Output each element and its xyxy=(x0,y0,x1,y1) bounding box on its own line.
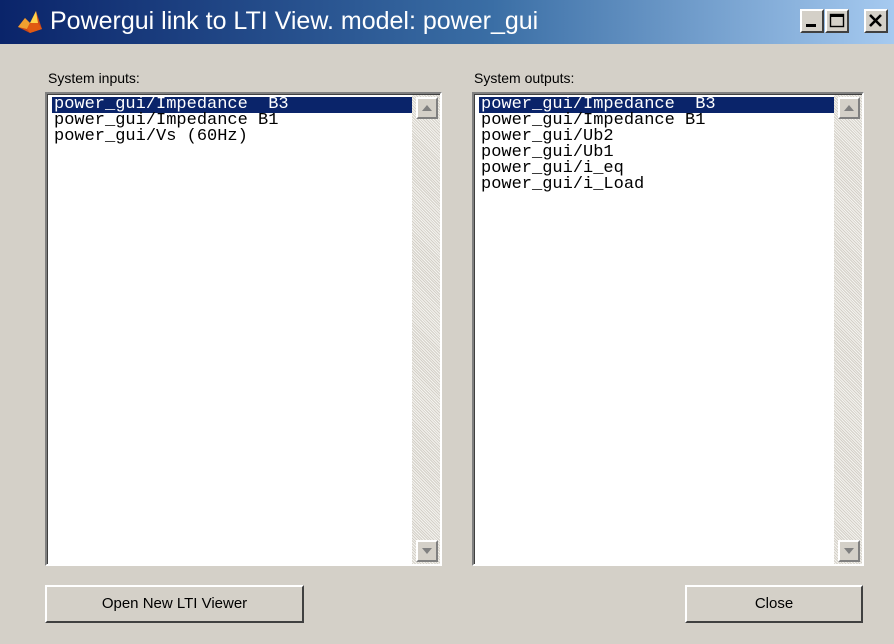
matlab-membrane-icon xyxy=(16,9,44,35)
close-icon xyxy=(869,14,882,27)
maximize-button[interactable] xyxy=(825,9,849,33)
arrow-down-icon xyxy=(422,548,432,554)
list-item[interactable]: power_gui/i_Load xyxy=(479,176,834,193)
inputs-scrollbar[interactable] xyxy=(412,95,440,564)
open-new-lti-viewer-button[interactable]: Open New LTI Viewer xyxy=(45,585,304,623)
list-item[interactable]: power_gui/Vs (60Hz) xyxy=(52,128,412,145)
minimize-icon xyxy=(806,24,816,27)
outputs-scroll-down-button[interactable] xyxy=(838,540,860,562)
outputs-scroll-up-button[interactable] xyxy=(838,97,860,119)
close-button[interactable]: Close xyxy=(685,585,863,623)
window-title: Powergui link to LTI View. model: power_… xyxy=(50,7,539,35)
system-inputs-label: System inputs: xyxy=(48,70,140,86)
outputs-scrollbar[interactable] xyxy=(834,95,862,564)
arrow-up-icon xyxy=(844,105,854,111)
system-inputs-listbox[interactable]: power_gui/Impedance B3 power_gui/Impedanc… xyxy=(45,92,442,566)
minimize-button[interactable] xyxy=(800,9,824,33)
inputs-scroll-down-button[interactable] xyxy=(416,540,438,562)
arrow-up-icon xyxy=(422,105,432,111)
system-outputs-label: System outputs: xyxy=(474,70,575,86)
arrow-down-icon xyxy=(844,548,854,554)
inputs-scroll-up-button[interactable] xyxy=(416,97,438,119)
close-window-button[interactable] xyxy=(864,9,888,33)
maximize-icon xyxy=(829,13,845,28)
system-outputs-listbox[interactable]: power_gui/Impedance B3 power_gui/Impedanc… xyxy=(472,92,864,566)
title-bar[interactable]: Powergui link to LTI View. model: power_… xyxy=(0,0,894,44)
lti-link-dialog: Powergui link to LTI View. model: power_… xyxy=(0,0,894,644)
system-outputs-items: power_gui/Impedance B3 power_gui/Impedanc… xyxy=(479,96,834,193)
system-inputs-items: power_gui/Impedance B3 power_gui/Impedanc… xyxy=(52,96,412,145)
